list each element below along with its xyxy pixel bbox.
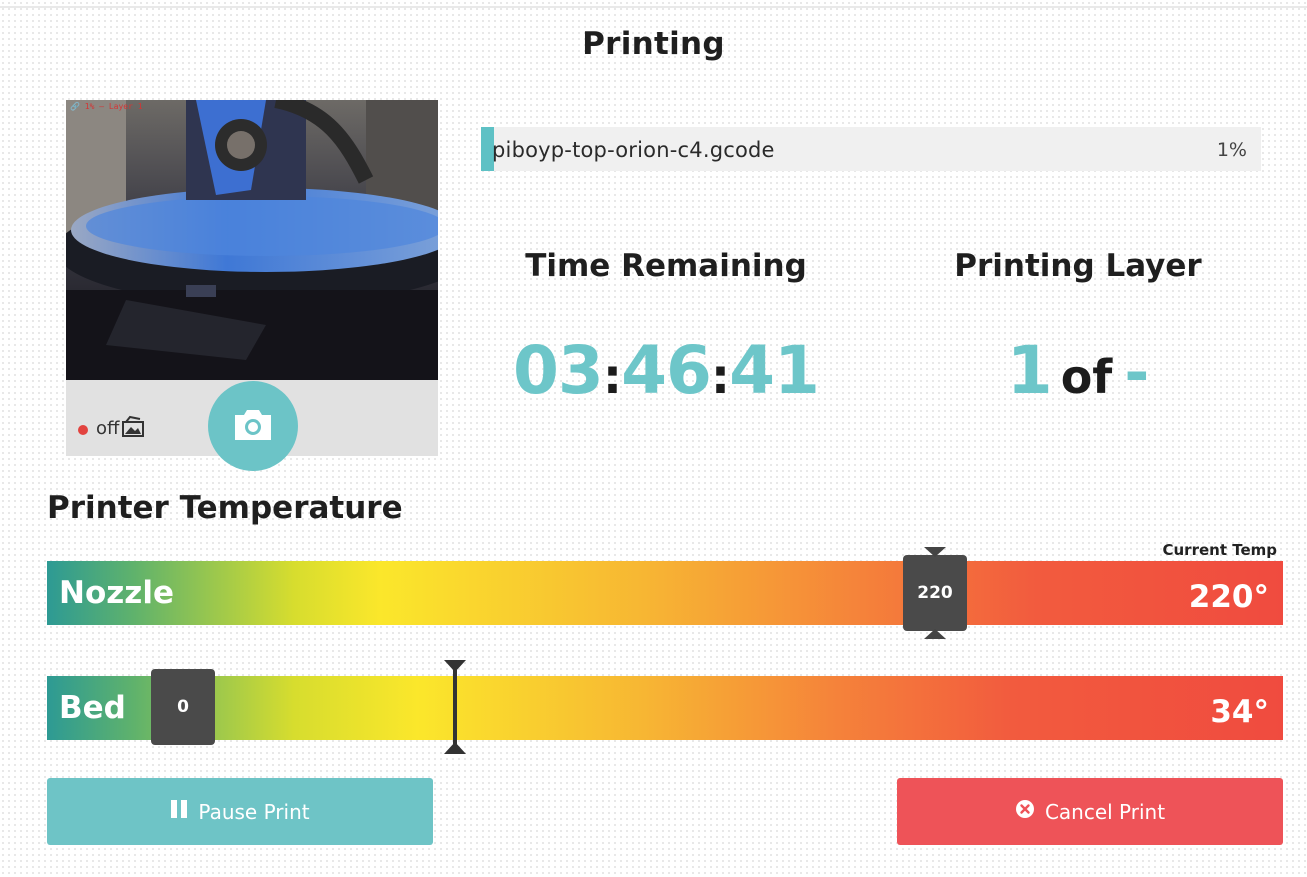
- layer-of-label: of: [1060, 350, 1113, 404]
- nozzle-target-handle[interactable]: 220: [903, 555, 967, 631]
- gallery-icon[interactable]: [120, 414, 146, 444]
- nozzle-current-temp: 220°: [1188, 579, 1269, 615]
- snapshot-button[interactable]: [208, 381, 298, 471]
- bed-current-temp: 34°: [1210, 694, 1269, 730]
- top-divider: [0, 6, 1307, 8]
- printing-layer-heading: Printing Layer: [954, 248, 1202, 284]
- time-seconds: 41: [729, 332, 820, 409]
- recording-indicator-icon: [78, 425, 88, 435]
- camera-feed: 🔗 1% — Layer 1: [66, 100, 438, 380]
- close-circle-icon: [1015, 799, 1035, 824]
- pause-print-button[interactable]: Pause Print: [47, 778, 433, 845]
- camera-icon: [231, 407, 275, 446]
- nozzle-handle-top-tick: [924, 547, 946, 557]
- printing-layer-value: 1 of -: [898, 332, 1258, 409]
- bed-label: Bed: [59, 690, 126, 726]
- cancel-print-label: Cancel Print: [1044, 799, 1166, 824]
- total-layers: -: [1124, 338, 1150, 408]
- time-minutes: 46: [621, 332, 712, 409]
- page-title: Printing: [582, 26, 725, 62]
- nozzle-handle-bottom-tick: [924, 629, 946, 639]
- time-remaining-value: 03:46:41: [486, 332, 846, 409]
- current-layer: 1: [1006, 332, 1053, 409]
- time-separator: :: [602, 349, 622, 405]
- nozzle-temperature-slider[interactable]: Nozzle 220°: [47, 561, 1283, 625]
- bed-temperature-slider[interactable]: Bed 34°: [47, 676, 1283, 740]
- print-progress-bar: piboyp-top-orion-c4.gcode 1%: [481, 127, 1261, 171]
- camera-panel: 🔗 1% — Layer 1 off: [66, 100, 438, 471]
- time-separator: :: [710, 349, 730, 405]
- camera-feed-image: [66, 100, 438, 380]
- current-temp-label: Current Temp: [1162, 541, 1277, 559]
- camera-overlay-text: 🔗 1% — Layer 1: [70, 102, 143, 111]
- cancel-print-button[interactable]: Cancel Print: [897, 778, 1283, 845]
- time-remaining-heading: Time Remaining: [525, 248, 807, 284]
- progress-percent: 1%: [1216, 139, 1247, 161]
- time-hours: 03: [513, 332, 604, 409]
- recording-status-label: off: [96, 418, 120, 439]
- pause-icon: [170, 799, 188, 824]
- pause-print-label: Pause Print: [198, 799, 310, 824]
- bed-target-handle[interactable]: 0: [151, 669, 215, 745]
- printer-temperature-heading: Printer Temperature: [47, 490, 403, 526]
- nozzle-label: Nozzle: [59, 575, 174, 611]
- file-name: piboyp-top-orion-c4.gcode: [492, 138, 775, 162]
- bed-current-temp-marker: [444, 660, 466, 754]
